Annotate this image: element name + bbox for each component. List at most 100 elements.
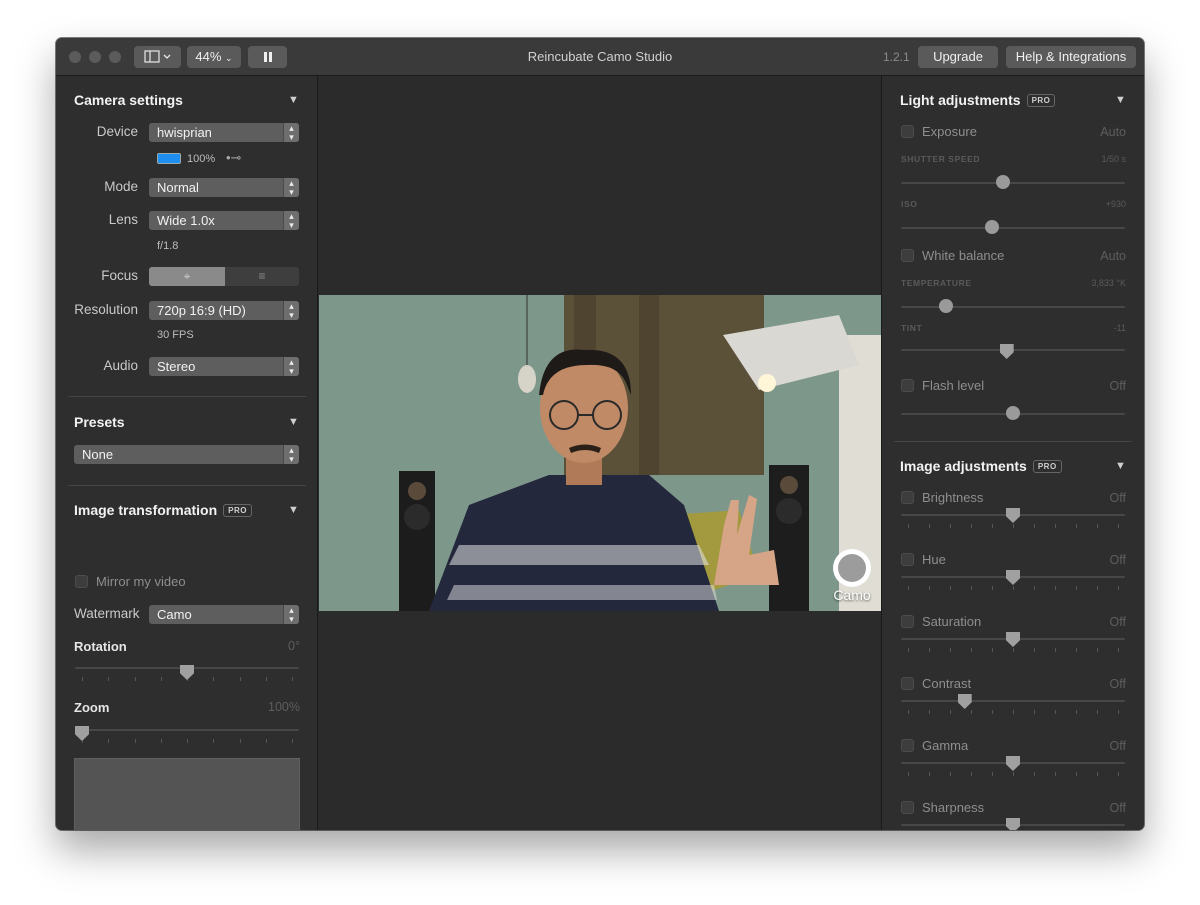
- flash-level-slider-knob[interactable]: [1006, 406, 1020, 420]
- title-bar: 44% ⌄ Reincubate Camo Studio 1.2.1 Upgra…: [56, 38, 1144, 76]
- slider-tick: [265, 739, 267, 743]
- upgrade-button[interactable]: Upgrade: [918, 46, 998, 68]
- slider-tick: [265, 677, 267, 681]
- watermark-label: Watermark: [74, 606, 140, 621]
- zoom-preview-box[interactable]: [74, 758, 300, 830]
- mode-select[interactable]: Normal ▴ ▾: [149, 178, 299, 197]
- presets-title: Presets: [74, 414, 125, 430]
- slider-tick: [1097, 524, 1098, 528]
- iso-value: +930: [1105, 199, 1126, 209]
- device-value: hwisprian: [157, 125, 212, 140]
- battery-percent: 100%: [187, 153, 216, 165]
- slider-tick: [213, 677, 215, 681]
- slider-tick: [971, 648, 972, 652]
- fps-value: 30 FPS: [157, 329, 194, 341]
- stepper-icon: ▴ ▾: [283, 178, 299, 197]
- adjustment-slider-knob[interactable]: [1006, 508, 1020, 523]
- adjustment-checkbox[interactable]: [901, 491, 914, 504]
- slider-tick: [292, 739, 293, 743]
- help-integrations-button[interactable]: Help & Integrations: [1006, 46, 1136, 68]
- slider-tick: [1118, 648, 1119, 652]
- slider-tick: [992, 524, 993, 528]
- collapse-image-adjustments-icon[interactable]: ▼: [1115, 460, 1126, 472]
- slider-tick: [950, 586, 951, 590]
- adjustment-label: Sharpness: [922, 800, 985, 815]
- resolution-select[interactable]: 720p 16:9 (HD) ▴ ▾: [149, 301, 299, 320]
- slider-tick: [908, 772, 909, 776]
- adjustment-checkbox[interactable]: [901, 801, 914, 814]
- adjustment-checkbox[interactable]: [901, 739, 914, 752]
- pro-badge: PRO: [1026, 94, 1056, 107]
- slider-tick: [1055, 648, 1056, 652]
- slider-tick: [950, 710, 951, 714]
- adjustment-slider-knob[interactable]: [1006, 570, 1020, 585]
- slider-tick: [1076, 524, 1077, 528]
- focus-auto-segment[interactable]: ⌖: [149, 267, 225, 286]
- adjustment-checkbox[interactable]: [901, 553, 914, 566]
- pro-badge: PRO: [1032, 460, 1062, 473]
- slider-tick: [1034, 772, 1035, 776]
- app-window: 44% ⌄ Reincubate Camo Studio 1.2.1 Upgra…: [56, 38, 1144, 830]
- stepper-icon: ▴ ▾: [283, 605, 299, 624]
- iso-slider-knob[interactable]: [985, 220, 999, 234]
- adjustment-slider-knob[interactable]: [957, 694, 972, 709]
- adjustment-slider-knob[interactable]: [1006, 632, 1020, 647]
- stepper-icon: ▴ ▾: [283, 301, 299, 320]
- stepper-icon: ▴ ▾: [283, 445, 299, 464]
- temperature-slider-knob[interactable]: [938, 299, 953, 313]
- slider-tick: [950, 648, 951, 652]
- watermark-select[interactable]: Camo ▴ ▾: [149, 605, 299, 624]
- flash-level-label: Flash level: [922, 378, 985, 393]
- slider-tick: [908, 648, 909, 652]
- slider-tick: [950, 772, 951, 776]
- temperature-value: 3,833 °K: [1091, 278, 1126, 288]
- adjustment-checkbox[interactable]: [901, 677, 914, 690]
- rotation-slider-knob[interactable]: [180, 665, 194, 680]
- collapse-presets-icon[interactable]: ▼: [288, 416, 299, 428]
- white-balance-checkbox[interactable]: [901, 249, 914, 262]
- flash-level-checkbox[interactable]: [901, 379, 914, 392]
- slider-tick: [187, 739, 188, 743]
- watermark-overlay-text: Camo: [833, 587, 871, 603]
- collapse-camera-settings-icon[interactable]: ▼: [288, 94, 299, 106]
- rotation-value: 0°: [288, 639, 300, 653]
- adjustment-label: Brightness: [922, 490, 984, 505]
- tint-slider-knob[interactable]: [999, 344, 1014, 359]
- divider: [68, 485, 306, 486]
- adjustment-value: Off: [1109, 739, 1126, 753]
- focus-label: Focus: [101, 268, 138, 283]
- adjustment-checkbox[interactable]: [901, 615, 914, 628]
- device-select[interactable]: hwisprian ▴ ▾: [149, 123, 299, 142]
- presets-select[interactable]: None ▴ ▾: [74, 445, 299, 464]
- flash-level-value: Off: [1109, 379, 1126, 393]
- exposure-checkbox[interactable]: [901, 125, 914, 138]
- slider-tick: [929, 648, 930, 652]
- adjustment-slider-knob[interactable]: [1006, 756, 1020, 771]
- collapse-image-transformation-icon[interactable]: ▼: [288, 504, 299, 516]
- slider-tick: [1097, 772, 1098, 776]
- left-sidebar: Camera settings ▼ Device hwisprian ▴ ▾ 10…: [56, 76, 318, 830]
- slider-tick: [1055, 772, 1056, 776]
- slider-tick: [1118, 710, 1119, 714]
- mode-label: Mode: [104, 179, 138, 194]
- shutter-speed-label: SHUTTER SPEED: [901, 154, 981, 164]
- slider-tick: [1076, 586, 1077, 590]
- adjustment-slider-knob[interactable]: [1006, 818, 1020, 830]
- slider-tick: [134, 677, 136, 681]
- slider-tick: [971, 524, 972, 528]
- divider: [68, 396, 306, 397]
- adjustment-value: Off: [1109, 677, 1126, 691]
- focus-manual-segment[interactable]: ≡: [225, 267, 299, 286]
- zoom-slider-knob[interactable]: [75, 726, 89, 741]
- shutter-speed-slider-knob[interactable]: [995, 175, 1010, 189]
- image-transformation-title-text: Image transformation: [74, 502, 218, 518]
- slider-tick: [1055, 710, 1056, 714]
- slider-tick: [971, 710, 972, 714]
- audio-select[interactable]: Stereo ▴ ▾: [149, 357, 299, 376]
- collapse-light-adjustments-icon[interactable]: ▼: [1115, 94, 1126, 106]
- mirror-checkbox[interactable]: [75, 575, 88, 588]
- slider-tick: [1013, 524, 1014, 528]
- lens-select[interactable]: Wide 1.0x ▴ ▾: [149, 211, 299, 230]
- slider-tick: [908, 524, 909, 528]
- stepper-icon: ▴ ▾: [283, 357, 299, 376]
